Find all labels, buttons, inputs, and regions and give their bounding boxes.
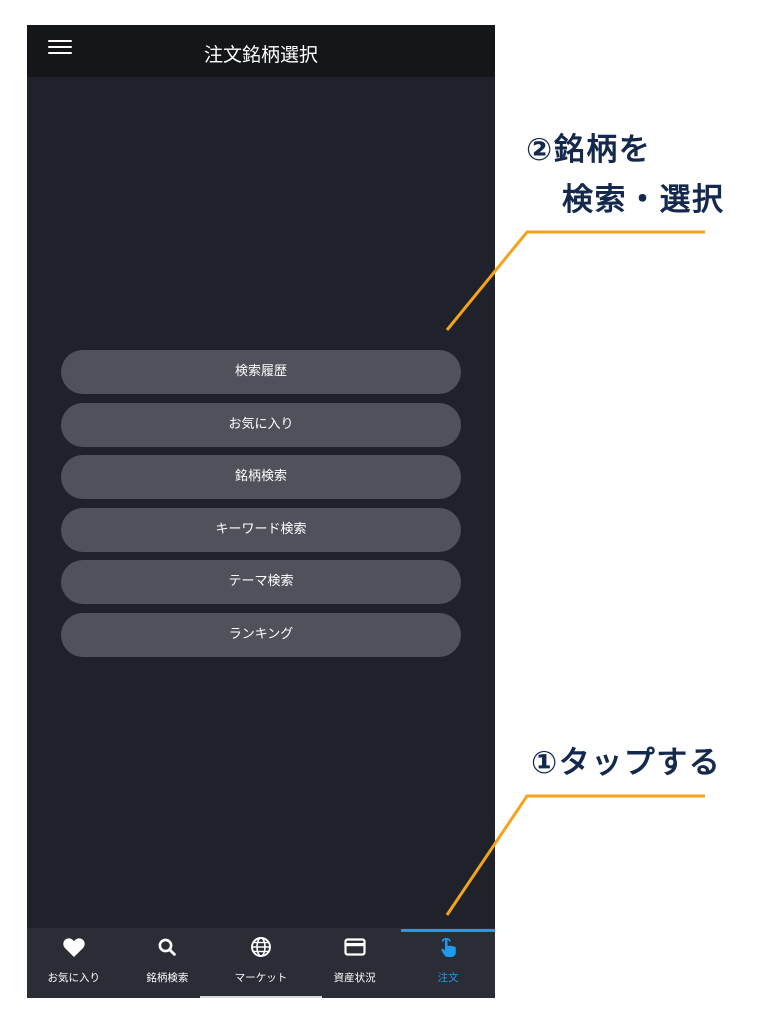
bottom-nav: お気に入り 銘柄検索 マーケット 資産状況 注文 xyxy=(27,928,495,998)
app-header: 注文銘柄選択 xyxy=(27,25,495,77)
card-icon xyxy=(308,936,402,958)
nav-label: 注文 xyxy=(437,972,459,984)
search-history-button[interactable]: 検索履歴 xyxy=(61,350,461,394)
annotation-step2-line2: 検索・選択 xyxy=(562,182,725,218)
stock-selection-menu: 検索履歴 お気に入り 銘柄検索 キーワード検索 テーマ検索 ランキング xyxy=(61,350,461,657)
nav-item-favorites[interactable]: お気に入り xyxy=(27,928,121,998)
ranking-button[interactable]: ランキング xyxy=(61,612,461,657)
theme-search-button[interactable]: テーマ検索 xyxy=(61,560,461,605)
heart-icon xyxy=(27,936,121,958)
nav-item-market[interactable]: マーケット xyxy=(214,928,308,998)
active-tab-indicator xyxy=(401,929,495,932)
home-indicator xyxy=(200,996,322,998)
annotation-step2-line1: ②銘柄を xyxy=(526,132,652,168)
favorites-button[interactable]: お気に入り xyxy=(61,402,461,447)
nav-item-assets[interactable]: 資産状況 xyxy=(308,928,402,998)
nav-label: 銘柄検索 xyxy=(146,972,189,984)
nav-item-order[interactable]: 注文 xyxy=(401,928,495,998)
page-title: 注文銘柄選択 xyxy=(203,44,318,66)
keyword-search-button[interactable]: キーワード検索 xyxy=(61,507,461,552)
nav-label: お気に入り xyxy=(47,972,101,984)
tap-hand-icon xyxy=(401,936,495,958)
stock-search-button[interactable]: 銘柄検索 xyxy=(61,455,461,500)
nav-label: 資産状況 xyxy=(333,972,376,984)
phone-screen: 注文銘柄選択 検索履歴 お気に入り 銘柄検索 キーワード検索 テーマ検索 ランキ… xyxy=(27,25,495,998)
search-icon xyxy=(121,936,215,958)
annotation-step1: ①タップする xyxy=(531,745,722,781)
nav-label: マーケット xyxy=(234,972,288,984)
globe-icon xyxy=(214,936,308,958)
nav-item-stock-search[interactable]: 銘柄検索 xyxy=(121,928,215,998)
